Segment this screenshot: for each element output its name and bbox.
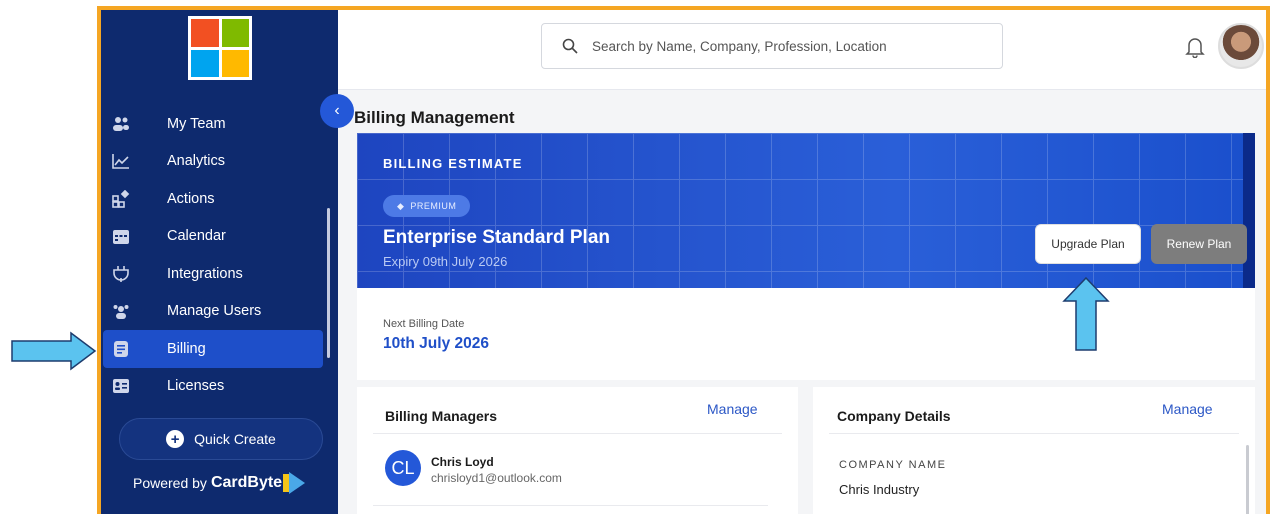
search-icon: [562, 38, 578, 54]
logo-blue-square: [191, 49, 219, 77]
bell-icon[interactable]: [1185, 36, 1205, 58]
powered-by: Powered by CardByte: [133, 472, 306, 494]
divider: [373, 505, 768, 506]
premium-badge-label: PREMIUM: [410, 201, 457, 211]
next-billing-card: Next Billing Date 10th July 2026: [357, 288, 1255, 380]
annotation-arrow-up: [1062, 277, 1110, 351]
sidebar-nav: My Team Analytics Actions Calendar Integ…: [101, 105, 338, 405]
billing-icon: [111, 339, 131, 359]
company-name-label: COMPANY NAME: [839, 459, 947, 471]
microsoft-logo: [188, 16, 252, 80]
sidebar-item-calendar[interactable]: Calendar: [101, 218, 338, 256]
diamond-icon: ◆: [397, 200, 405, 211]
page-title: Billing Management: [354, 108, 515, 127]
renew-plan-button[interactable]: Renew Plan: [1151, 224, 1247, 264]
next-billing-value: 10th July 2026: [383, 335, 489, 352]
sidebar-item-integrations[interactable]: Integrations: [101, 255, 338, 293]
divider: [373, 433, 782, 434]
plan-expiry: Expiry 09th July 2026: [383, 254, 508, 269]
sidebar-item-manage-users[interactable]: Manage Users: [101, 293, 338, 331]
sidebar: My Team Analytics Actions Calendar Integ…: [101, 10, 338, 514]
calendar-icon: [111, 226, 131, 246]
sidebar-item-billing[interactable]: Billing: [103, 330, 323, 368]
plus-icon: +: [166, 430, 185, 448]
sidebar-item-label: Billing: [167, 340, 206, 357]
cardbyte-logo-icon: [283, 472, 306, 494]
manager-email: chrisloyd1@outlook.com: [431, 471, 562, 485]
billing-estimate-heading: BILLING ESTIMATE: [383, 156, 523, 171]
powered-by-label: Powered by: [133, 475, 207, 491]
divider: [829, 433, 1239, 434]
company-details-card: Company Details Manage COMPANY NAME Chri…: [813, 387, 1255, 514]
logo-green-square: [221, 19, 249, 47]
billing-managers-card: Billing Managers Manage CL Chris Loyd ch…: [357, 387, 798, 514]
company-details-title: Company Details: [837, 408, 951, 424]
manage-billing-managers-link[interactable]: Manage: [707, 401, 758, 417]
annotation-arrow-right: [11, 331, 97, 371]
banner-edge: [1243, 133, 1255, 288]
manager-name: Chris Loyd: [431, 455, 494, 469]
top-bar: Search by Name, Company, Profession, Loc…: [338, 10, 1266, 90]
manage-company-details-link[interactable]: Manage: [1162, 401, 1213, 417]
logo-red-square: [191, 19, 219, 47]
billing-estimate-banner: BILLING ESTIMATE ◆ PREMIUM Enterprise St…: [357, 133, 1255, 288]
logo-yellow-square: [221, 49, 249, 77]
sidebar-item-label: Integrations: [167, 265, 243, 282]
license-icon: [111, 376, 131, 396]
collapse-sidebar-button[interactable]: ‹: [320, 94, 354, 128]
sidebar-item-label: Manage Users: [167, 303, 262, 320]
next-billing-label: Next Billing Date: [383, 318, 465, 330]
avatar: CL: [385, 450, 421, 486]
plan-name: Enterprise Standard Plan: [383, 227, 611, 248]
search-placeholder: Search by Name, Company, Profession, Loc…: [592, 38, 887, 54]
upgrade-plan-button[interactable]: Upgrade Plan: [1035, 224, 1141, 264]
sidebar-scrollbar[interactable]: [327, 208, 330, 358]
quick-create-label: Quick Create: [194, 431, 276, 447]
sidebar-item-label: My Team: [167, 115, 226, 132]
premium-badge: ◆ PREMIUM: [383, 195, 471, 217]
sidebar-item-label: Licenses: [167, 378, 225, 395]
app-window: My Team Analytics Actions Calendar Integ…: [97, 6, 1270, 514]
sidebar-item-licenses[interactable]: Licenses: [101, 368, 338, 406]
sidebar-item-analytics[interactable]: Analytics: [101, 143, 338, 181]
actions-icon: [111, 189, 131, 209]
company-details-scrollbar[interactable]: [1246, 445, 1249, 514]
search-input[interactable]: Search by Name, Company, Profession, Loc…: [541, 23, 1003, 69]
users-icon: [111, 301, 131, 321]
cardbyte-brand: CardByte: [210, 474, 283, 491]
company-name-value: Chris Industry: [839, 482, 920, 497]
team-icon: [111, 114, 131, 134]
sidebar-item-label: Analytics: [167, 153, 226, 170]
chevron-left-icon: ‹: [334, 102, 340, 119]
sidebar-item-actions[interactable]: Actions: [101, 180, 338, 218]
plug-icon: [111, 264, 131, 284]
billing-managers-title: Billing Managers: [385, 408, 498, 424]
user-avatar[interactable]: [1218, 23, 1264, 69]
chart-line-icon: [111, 151, 131, 171]
sidebar-item-label: Actions: [167, 190, 215, 207]
sidebar-item-label: Calendar: [167, 228, 226, 245]
sidebar-item-my-team[interactable]: My Team: [101, 105, 338, 143]
quick-create-button[interactable]: + Quick Create: [119, 418, 323, 460]
